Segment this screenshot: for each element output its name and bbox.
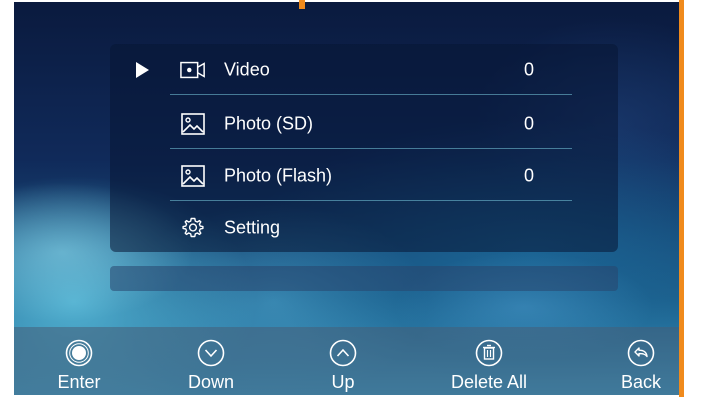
gear-icon xyxy=(180,217,206,239)
down-button[interactable]: Down xyxy=(156,327,266,395)
up-button[interactable]: Up xyxy=(288,327,398,395)
divider xyxy=(170,94,572,95)
main-menu: Video 0 Photo (SD) 0 Photo (Flash) 0 Set… xyxy=(110,44,618,252)
orange-indicator xyxy=(299,0,305,9)
enter-button-label: Enter xyxy=(57,372,101,392)
delete-all-button-label: Delete All xyxy=(450,372,528,392)
menu-item-setting[interactable]: Setting xyxy=(110,202,618,253)
soft-button-bar: Enter Down Up Delete All Back xyxy=(14,327,679,395)
menu-item-photo-flash[interactable]: Photo (Flash) 0 xyxy=(110,150,618,201)
chevron-down-circle-icon xyxy=(197,339,225,367)
video-camera-icon xyxy=(180,59,206,81)
menu-item-count: 0 xyxy=(524,59,535,79)
back-button-label: Back xyxy=(620,372,662,392)
enter-button[interactable]: Enter xyxy=(24,327,134,395)
divider xyxy=(170,148,572,149)
down-button-label: Down xyxy=(187,372,235,392)
menu-item-count: 0 xyxy=(524,165,535,185)
status-bar xyxy=(110,266,618,291)
orange-indicator xyxy=(679,0,684,397)
image-icon xyxy=(180,112,206,135)
menu-item-label: Photo (Flash) xyxy=(224,165,333,185)
enter-circle-icon xyxy=(65,339,93,367)
chevron-up-circle-icon xyxy=(329,339,357,367)
menu-item-video[interactable]: Video 0 xyxy=(110,44,618,95)
divider xyxy=(170,200,572,201)
menu-item-label: Video xyxy=(224,59,270,79)
back-arrow-circle-icon xyxy=(627,339,655,367)
selection-pointer-icon xyxy=(136,61,149,78)
up-button-label: Up xyxy=(331,372,355,392)
menu-item-label: Photo (SD) xyxy=(224,113,314,133)
device-screen: Video 0 Photo (SD) 0 Photo (Flash) 0 Set… xyxy=(14,2,679,395)
menu-item-photo-sd[interactable]: Photo (SD) 0 xyxy=(110,98,618,149)
trash-circle-icon xyxy=(475,339,503,367)
image-icon xyxy=(180,164,206,187)
delete-all-button[interactable]: Delete All xyxy=(434,327,544,395)
menu-item-label: Setting xyxy=(224,217,281,237)
menu-item-count: 0 xyxy=(524,113,535,133)
back-button[interactable]: Back xyxy=(586,327,679,395)
